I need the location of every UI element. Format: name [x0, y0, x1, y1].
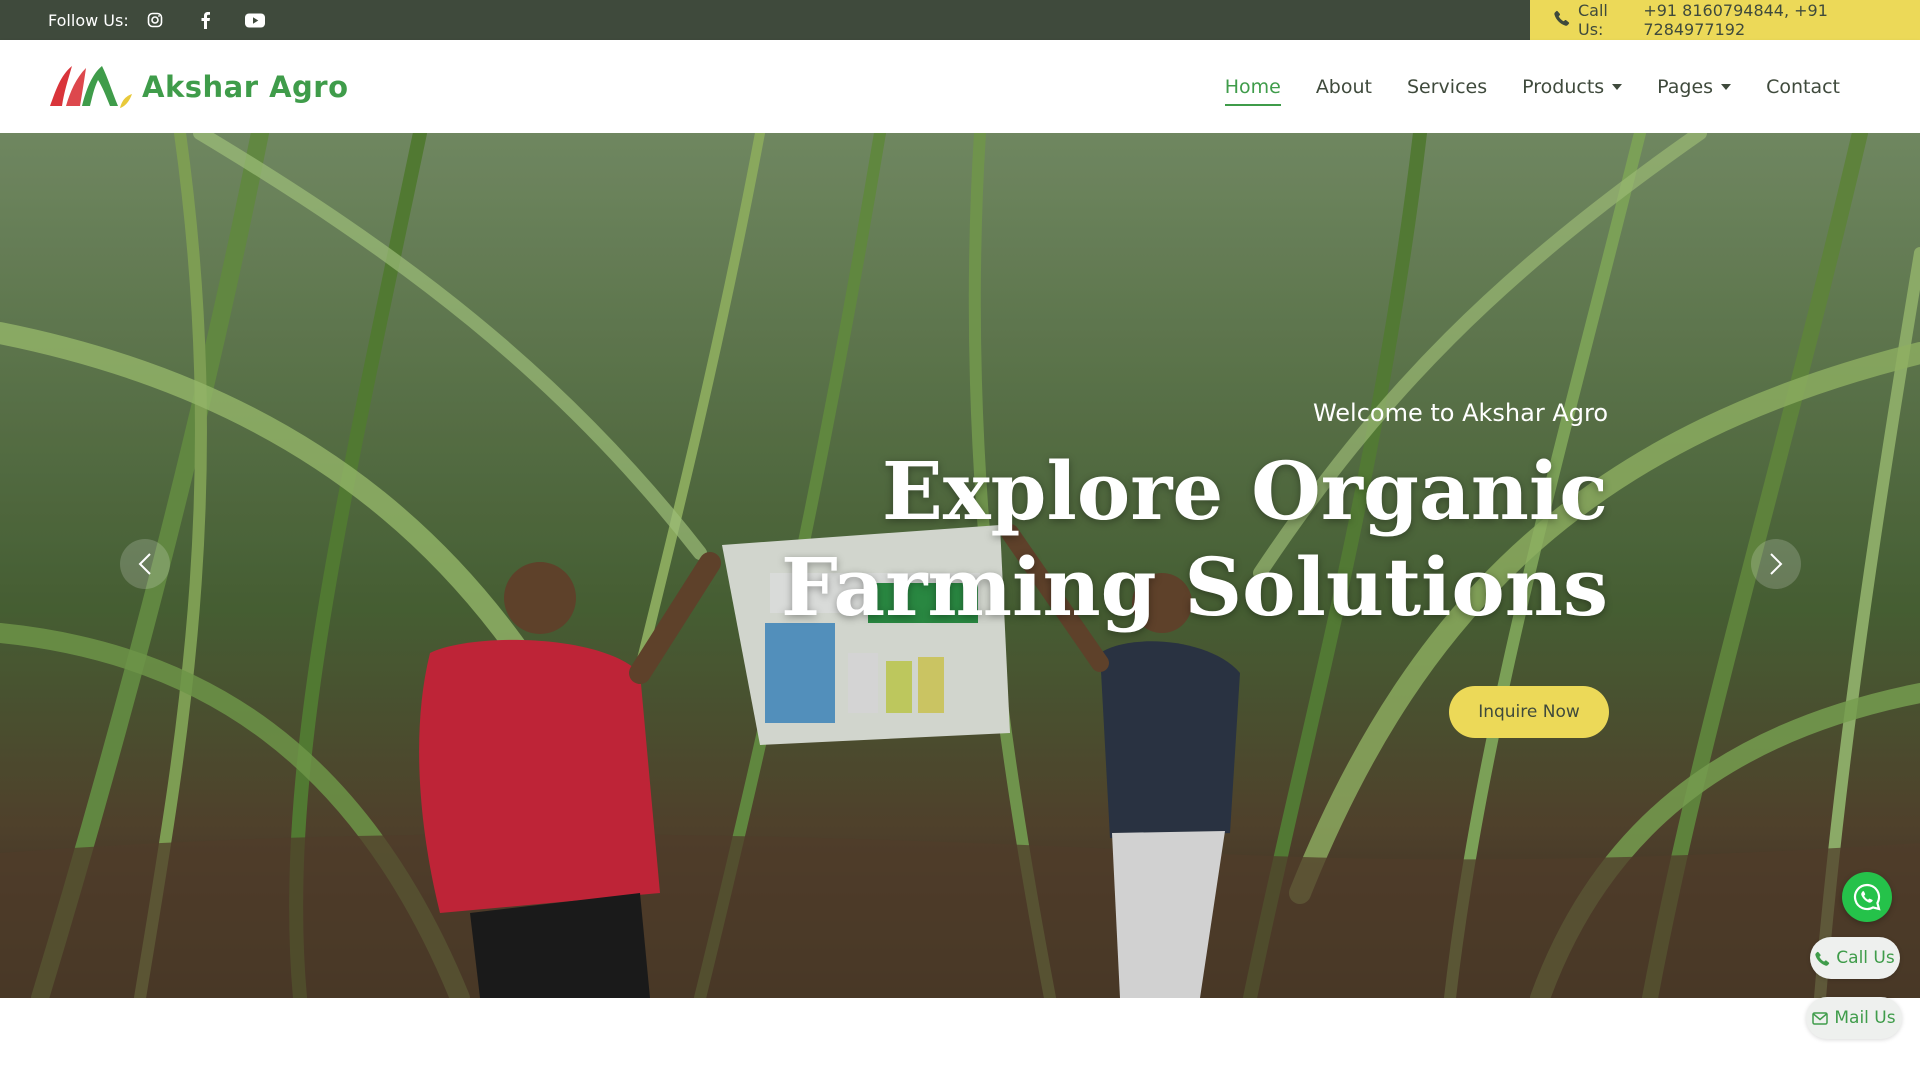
nav-services[interactable]: Services	[1407, 70, 1487, 104]
chevron-right-icon	[1770, 553, 1783, 575]
call-us-bar[interactable]: Call Us: +91 8160794844, +91 7284977192	[1530, 0, 1920, 40]
nav-services-label: Services	[1407, 75, 1488, 98]
carousel-prev-button[interactable]	[120, 539, 170, 589]
mail-icon	[1812, 1011, 1829, 1025]
chevron-down-icon	[1612, 83, 1623, 90]
hero-subtitle: Welcome to Akshar Agro	[1312, 399, 1608, 427]
nav-pages[interactable]: Pages	[1657, 70, 1732, 104]
instagram-icon[interactable]	[143, 8, 167, 32]
floating-mail-label: Mail Us	[1834, 1008, 1896, 1028]
brand-name: Akshar Agro	[142, 70, 349, 104]
nav-products-label: Products	[1522, 75, 1605, 98]
nav-about[interactable]: About	[1316, 70, 1372, 104]
call-us-label: Call Us:	[1578, 1, 1608, 39]
hero-carousel: Welcome to Akshar Agro Explore Organic F…	[0, 133, 1920, 998]
main-nav: Home About Services Products Pages Conta…	[1224, 40, 1840, 133]
nav-home[interactable]: Home	[1224, 70, 1281, 106]
chevron-left-icon	[138, 553, 151, 575]
follow-us: Follow Us:	[48, 0, 267, 40]
nav-contact[interactable]: Contact	[1766, 70, 1840, 104]
hero-title: Explore Organic Farming Solutions	[708, 443, 1608, 635]
top-bar: Follow Us: Call Us: +91 8160794844, +91 …	[0, 0, 1920, 40]
nav-contact-label: Contact	[1766, 75, 1840, 98]
follow-us-label: Follow Us:	[48, 10, 129, 30]
brand-logo[interactable]: Akshar Agro	[46, 62, 349, 112]
main-header: Akshar Agro Home About Services Products…	[0, 40, 1920, 133]
logo-mark-icon	[50, 66, 132, 108]
floating-mail-button[interactable]: Mail Us	[1806, 997, 1902, 1039]
phone-icon	[1815, 951, 1830, 966]
facebook-icon[interactable]	[193, 8, 217, 32]
phone-icon	[1554, 10, 1570, 30]
nav-about-label: About	[1315, 75, 1372, 98]
chevron-down-icon	[1721, 83, 1732, 90]
nav-pages-label: Pages	[1657, 75, 1714, 98]
whatsapp-button[interactable]	[1842, 872, 1892, 922]
hero-title-line-2: Farming Solutions	[781, 540, 1608, 634]
nav-products[interactable]: Products	[1522, 70, 1623, 104]
nav-home-label: Home	[1224, 75, 1281, 98]
inquire-now-button[interactable]: Inquire Now	[1449, 686, 1609, 738]
whatsapp-icon	[1853, 883, 1881, 911]
carousel-next-button[interactable]	[1751, 539, 1801, 589]
youtube-icon[interactable]	[243, 8, 267, 32]
floating-call-button[interactable]: Call Us	[1810, 937, 1900, 979]
phone-numbers[interactable]: +91 8160794844, +91 7284977192	[1643, 1, 1920, 39]
hero-title-line-1: Explore Organic	[881, 444, 1608, 538]
floating-call-label: Call Us	[1836, 948, 1895, 968]
